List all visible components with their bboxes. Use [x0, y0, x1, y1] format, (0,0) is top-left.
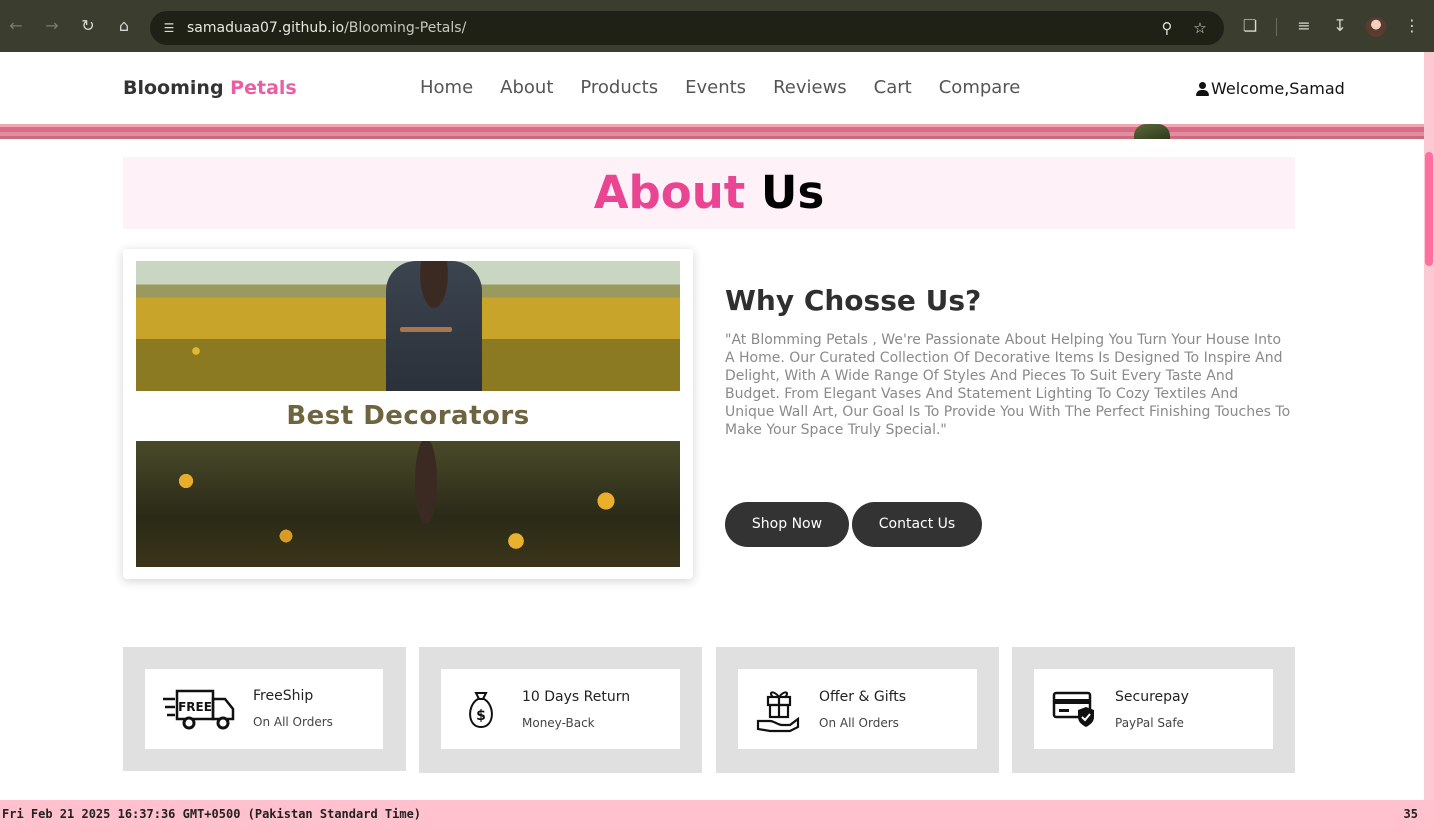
extensions-icon[interactable]: ❏: [1240, 16, 1260, 36]
feature-title: FreeShip: [253, 688, 314, 704]
woman-figure: [386, 261, 482, 391]
web-page: Blooming Petals Home About Products Even…: [0, 52, 1424, 800]
url-host: samaduaa07.github.io: [187, 20, 345, 36]
feature-title: 10 Days Return: [522, 689, 631, 705]
nav-compare[interactable]: Compare: [939, 77, 1021, 98]
nav-about[interactable]: About: [500, 77, 553, 98]
feature-return: $ 10 Days Return Money-Back: [419, 647, 702, 773]
money-bag-icon: $: [469, 692, 493, 729]
feature-offers: Offer & Gifts On All Orders: [716, 647, 999, 773]
flower-field-photo-top: [136, 261, 680, 391]
url-path: /Blooming-Petals/: [344, 20, 467, 36]
feature-card: Offer & Gifts On All Orders: [738, 669, 977, 749]
address-bar[interactable]: ☰ samaduaa07.github.io/Blooming-Petals/ …: [150, 11, 1224, 45]
home-icon[interactable]: ⌂: [114, 16, 134, 36]
contact-us-button[interactable]: Contact Us: [852, 502, 982, 547]
belt: [400, 327, 452, 332]
secure-card-icon: [1052, 691, 1094, 727]
shop-now-button[interactable]: Shop Now: [725, 502, 849, 547]
why-choose-text: "At Blomming Petals , We're Passionate A…: [725, 332, 1291, 438]
feature-card: Securepay PayPal Safe: [1034, 669, 1273, 749]
feature-card: FREE FreeShip On All Orders: [145, 669, 383, 749]
about-heading-rest: Us: [760, 166, 825, 219]
browser-toolbar: ← → ↻ ⌂ ☰ samaduaa07.github.io/Blooming-…: [0, 0, 1434, 52]
logo-primary: Blooming: [123, 77, 224, 99]
profile-avatar[interactable]: [1366, 17, 1386, 37]
page-scrollbar[interactable]: [1424, 52, 1434, 800]
gift-hand-icon: [756, 691, 800, 733]
scrollbar-thumb[interactable]: [1425, 152, 1433, 266]
download-icon[interactable]: ↧: [1330, 16, 1350, 36]
free-shipping-truck-icon: FREE: [163, 689, 235, 730]
site-settings-icon[interactable]: ☰: [160, 19, 178, 37]
status-datetime: Fri Feb 21 2025 16:37:36 GMT+0500 (Pakis…: [2, 807, 422, 821]
status-bar: Fri Feb 21 2025 16:37:36 GMT+0500 (Pakis…: [0, 800, 1434, 828]
about-heading: About Us: [123, 157, 1295, 229]
feature-subtitle: PayPal Safe: [1115, 716, 1184, 730]
nav-reviews[interactable]: Reviews: [773, 77, 847, 98]
dollar-text: $: [476, 708, 486, 724]
nav-products[interactable]: Products: [580, 77, 658, 98]
browser-menu-icon[interactable]: ⋮: [1402, 16, 1422, 36]
feature-subtitle: On All Orders: [253, 715, 333, 729]
forward-arrow-icon[interactable]: →: [42, 16, 62, 36]
user-icon: [1196, 81, 1209, 96]
feature-title: Offer & Gifts: [819, 689, 907, 705]
why-choose-title: Why Chosse Us?: [725, 284, 982, 317]
about-image-card: Best Decorators: [123, 249, 693, 579]
feature-title: Securepay: [1115, 689, 1189, 705]
feature-subtitle: Money-Back: [522, 716, 595, 730]
hero-image-stem: [1134, 124, 1170, 139]
zoom-icon[interactable]: ⚲: [1157, 18, 1177, 38]
nav-events[interactable]: Events: [685, 77, 746, 98]
user-welcome[interactable]: Welcome,Samad: [1196, 79, 1345, 98]
feature-card: $ 10 Days Return Money-Back: [441, 669, 680, 749]
site-header: Blooming Petals Home About Products Even…: [0, 52, 1424, 124]
url-text[interactable]: samaduaa07.github.io/Blooming-Petals/: [187, 20, 466, 36]
site-logo[interactable]: Blooming Petals: [123, 77, 297, 99]
toolbar-separator: [1276, 18, 1277, 36]
bookmark-star-icon[interactable]: ☆: [1190, 18, 1210, 38]
reload-icon[interactable]: ↻: [78, 16, 98, 36]
status-count: 35: [1403, 807, 1418, 821]
welcome-text: Welcome,Samad: [1211, 79, 1345, 98]
about-heading-accent: About: [593, 166, 746, 219]
hero-image-strip: [0, 124, 1424, 139]
back-arrow-icon[interactable]: ←: [6, 16, 26, 36]
nav-cart[interactable]: Cart: [874, 77, 912, 98]
free-icon-text: FREE: [178, 700, 212, 714]
feature-free-ship: FREE FreeShip On All Orders: [123, 647, 406, 771]
about-heading-band: About Us: [123, 157, 1295, 229]
flower-field-photo-bottom: [136, 441, 680, 567]
logo-accent: Petals: [230, 77, 297, 99]
feature-subtitle: On All Orders: [819, 716, 899, 730]
main-nav: Home About Products Events Reviews Cart …: [420, 77, 1047, 98]
nav-home[interactable]: Home: [420, 77, 473, 98]
reading-list-icon[interactable]: ≡: [1294, 16, 1314, 36]
feature-securepay: Securepay PayPal Safe: [1012, 647, 1295, 773]
image-caption: Best Decorators: [286, 401, 530, 431]
